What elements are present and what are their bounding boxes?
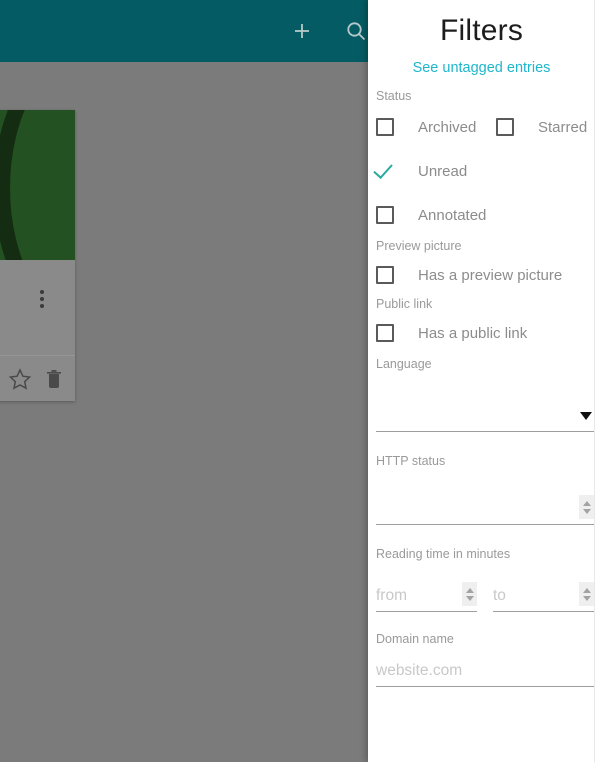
checkbox-starred[interactable]: Starred (496, 118, 587, 136)
status-group: Status Archived Starred Unread Annotated (368, 89, 608, 237)
checkbox-has-public-link-label: Has a public link (418, 324, 528, 342)
untagged-link-row: See untagged entries (368, 59, 595, 77)
checkbox-box-icon (376, 266, 394, 284)
status-group-label: Status (376, 89, 412, 103)
chevron-down-icon (580, 412, 592, 420)
domain-name-label: Domain name (376, 632, 454, 646)
public-link-group-label: Public link (376, 297, 433, 311)
search-icon[interactable] (344, 19, 368, 43)
reading-time-label: Reading time in minutes (376, 547, 511, 561)
checkbox-box-icon (376, 324, 394, 342)
checkbox-archived-label: Archived (418, 118, 477, 136)
checkbox-box-icon (496, 118, 514, 136)
check-mark-icon (376, 162, 398, 180)
language-label: Language (376, 357, 432, 371)
preview-picture-group-label: Preview picture (376, 239, 462, 253)
page-title: Filters (439, 14, 524, 47)
reading-time-to-input[interactable]: to (493, 571, 594, 612)
reading-time-from-placeholder: from (376, 587, 407, 604)
see-untagged-entries-link[interactable]: See untagged entries (413, 60, 551, 76)
star-outline-icon[interactable] (8, 367, 32, 391)
public-link-group: Public link Has a public link (368, 297, 608, 355)
filters-panel: Filters See untagged entries Status Arch… (368, 0, 608, 762)
reading-time-group: Reading time in minutes from to (368, 547, 608, 612)
entry-card-body (0, 260, 75, 355)
reading-time-to-placeholder: to (493, 587, 506, 604)
entry-card-preview-image (0, 110, 75, 260)
preview-arc-shape (0, 110, 75, 260)
reading-time-from-input[interactable]: from (376, 571, 477, 612)
checkbox-box-icon (376, 118, 394, 136)
checkbox-box-icon (376, 206, 394, 224)
language-group: Language (368, 357, 608, 432)
domain-name-group: Domain name website.com (368, 632, 608, 687)
more-vertical-icon[interactable] (30, 286, 54, 310)
number-spinner-icon[interactable] (579, 495, 594, 519)
entry-card-actions (0, 355, 75, 401)
trash-icon[interactable] (42, 367, 66, 391)
status-row-1: Archived Starred (376, 105, 608, 149)
checkbox-annotated[interactable]: Annotated (376, 193, 608, 237)
domain-name-input[interactable]: website.com (376, 648, 594, 687)
checkbox-archived[interactable]: Archived (376, 118, 496, 136)
number-spinner-icon[interactable] (462, 582, 477, 606)
language-select[interactable] (376, 373, 594, 432)
checkbox-starred-label: Starred (538, 118, 588, 136)
domain-name-placeholder: website.com (376, 662, 463, 679)
checkbox-annotated-label: Annotated (418, 206, 487, 224)
checkbox-unread-label: Unread (418, 162, 468, 180)
reading-time-to-wrap: to (493, 569, 594, 612)
checkbox-has-preview-picture[interactable]: Has a preview picture (376, 253, 608, 297)
preview-picture-group: Preview picture Has a preview picture (368, 239, 608, 297)
reading-time-from-wrap: from (376, 569, 477, 612)
http-status-input[interactable] (376, 470, 594, 525)
http-status-group: HTTP status (368, 454, 608, 525)
checkbox-unread[interactable]: Unread (376, 149, 608, 193)
http-status-label: HTTP status (376, 454, 446, 468)
plus-icon[interactable] (290, 19, 314, 43)
reading-time-row: from to (376, 569, 594, 612)
checkbox-has-preview-picture-label: Has a preview picture (418, 266, 563, 284)
number-spinner-icon[interactable] (579, 582, 594, 606)
filters-scroll-area[interactable]: Filters See untagged entries Status Arch… (368, 0, 608, 762)
entry-card[interactable] (0, 110, 75, 401)
checkbox-has-public-link[interactable]: Has a public link (376, 311, 608, 355)
